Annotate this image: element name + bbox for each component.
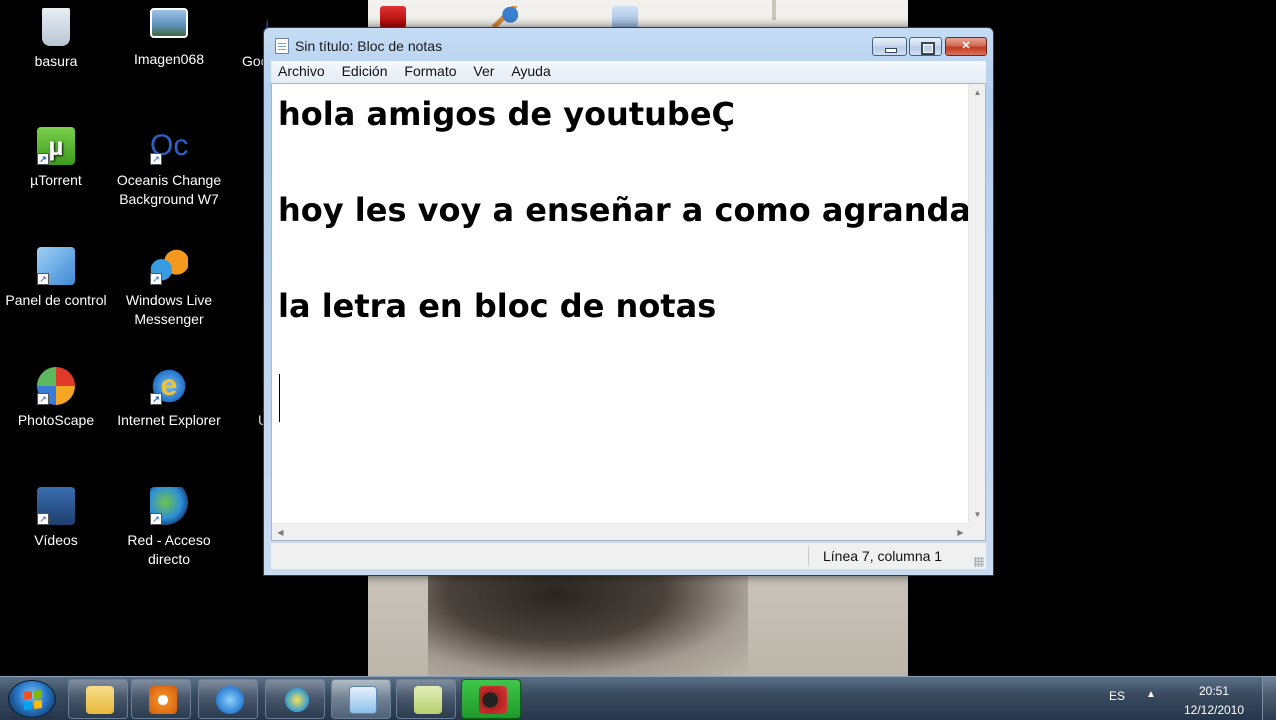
windows-logo-icon [24,690,42,710]
status-separator [808,546,809,566]
desktop-icon-label: µTorrent [30,172,82,188]
desktop-icon-label: basura [34,53,78,69]
camera-recorder-icon [479,686,507,714]
desktop-icon-oceanis[interactable]: Oc ↗ Oceanis Change Background W7 [114,127,224,209]
messenger-icon: ↗ [150,247,188,285]
desktop-icon-google[interactable]: Goo [228,8,268,71]
internet-explorer-icon: e ↗ [150,367,188,405]
sticky-notes-icon [414,686,442,714]
desktop-icon-utorrent[interactable]: µ ↗ µTorrent [1,127,111,190]
desktop-icon-basura[interactable]: basura [1,8,111,71]
start-button[interactable] [8,680,56,718]
text-line [278,234,963,282]
avant-browser-icon [283,686,311,714]
text-caret [279,374,280,422]
control-panel-icon: ↗ [37,247,75,285]
menu-edicion[interactable]: Edición [336,61,394,82]
desktop-icon-partial[interactable]: U [228,367,268,430]
desktop-icon-red[interactable]: ↗ Red - Acceso directo [114,487,224,569]
clock[interactable]: 20:51 12/12/2010 [1166,682,1262,720]
desktop-icon-label: Oceanis Change Background W7 [116,172,222,207]
desktop-icon-label: Vídeos [34,532,78,548]
desktop-icon-label: Red - Acceso directo [127,532,211,567]
desktop-icon-label: Windows Live Messenger [125,292,213,327]
clock-date: 12/12/2010 [1183,703,1245,717]
text-editor[interactable]: hola amigos de youtubeÇ hoy les voy a en… [271,83,986,541]
notepad-window[interactable]: Sin título: Bloc de notas ✕ Archivo Edic… [263,27,994,576]
taskbar-recorder[interactable] [461,679,521,719]
scroll-right-icon[interactable]: ▶ [952,524,969,541]
desktop-icon-label: Panel de control [5,292,107,308]
wallpaper-detail [772,0,776,20]
text-line [278,330,963,378]
videos-icon: ↗ [37,487,75,525]
close-button[interactable]: ✕ [945,37,987,56]
notepad-icon [349,686,377,714]
text-line [278,378,963,426]
notepad-icon [275,38,289,54]
photoscape-icon: ↗ [37,367,75,405]
scrollbar-corner [968,523,985,540]
image-file-icon [150,8,188,38]
menu-ayuda[interactable]: Ayuda [505,61,556,82]
window-desktop-icon[interactable] [612,6,638,28]
desktop-icon-label: Internet Explorer [117,412,221,428]
resize-grip-icon[interactable] [974,557,984,567]
show-hidden-icons-icon[interactable]: ▲ [1146,689,1156,700]
pdf-desktop-icon[interactable] [380,6,406,28]
minimize-button[interactable] [872,37,907,56]
clock-time: 20:51 [1198,684,1230,698]
text-line: la letra en bloc de notas [278,287,717,325]
desktop-icon-panel-de-control[interactable]: ↗ Panel de control [1,247,111,310]
scroll-up-icon[interactable]: ▲ [969,84,986,101]
menu-formato[interactable]: Formato [398,61,462,82]
taskbar-notepad[interactable] [331,679,391,719]
scroll-left-icon[interactable]: ◀ [272,524,289,541]
desktop-icon-photoscape[interactable]: ↗ PhotoScape [1,367,111,430]
show-desktop-button[interactable] [1262,677,1276,720]
text-line: hola amigos de youtubeÇ [278,95,735,133]
desktop-icon-imagen068[interactable]: Imagen068 [114,8,224,69]
menu-bar: Archivo Edición Formato Ver Ayuda [271,61,986,83]
text-line [278,138,963,186]
network-icon: ↗ [150,487,188,525]
taskbar-internet-explorer[interactable] [198,679,258,719]
maximize-button[interactable] [909,37,942,56]
scroll-down-icon[interactable]: ▼ [969,506,986,523]
text-line: hoy les voy a enseñar a como agrandar [278,191,969,229]
desktop-icon-label: PhotoScape [17,412,95,428]
desktop-icon-videos[interactable]: ↗ Vídeos [1,487,111,550]
cursor-position: Línea 7, columna 1 [823,548,943,564]
wallpaper-photo-shadow [428,560,748,676]
oceanis-icon: Oc ↗ [150,129,189,165]
text-area[interactable]: hola amigos de youtubeÇ hoy les voy a en… [272,84,969,523]
taskbar-avant[interactable] [265,679,325,719]
language-indicator[interactable]: ES [1109,689,1125,703]
menu-archivo[interactable]: Archivo [272,61,331,82]
status-bar: Línea 7, columna 1 [271,542,986,569]
window-title: Sin título: Bloc de notas [295,38,443,54]
taskbar: ES ▲ 20:51 12/12/2010 [0,676,1276,720]
media-desktop-icon[interactable] [492,6,518,28]
taskbar-media-player[interactable] [131,679,191,719]
recycle-bin-icon [42,8,70,46]
internet-explorer-icon [216,686,244,714]
vertical-scrollbar[interactable]: ▲ ▼ [968,84,985,523]
desktop-icon-label: Imagen068 [133,51,205,67]
media-player-icon [149,686,177,714]
desktop-icon-internet-explorer[interactable]: e ↗ Internet Explorer [114,367,224,430]
folder-icon [86,686,114,714]
desktop-icon-messenger[interactable]: ↗ Windows Live Messenger [114,247,224,329]
title-bar[interactable]: Sin título: Bloc de notas ✕ [264,28,993,62]
menu-ver[interactable]: Ver [467,61,500,82]
utorrent-icon: µ ↗ [37,127,75,165]
taskbar-notes[interactable] [396,679,456,719]
taskbar-explorer[interactable] [68,679,128,719]
horizontal-scrollbar[interactable]: ◀ ▶ [272,523,969,540]
